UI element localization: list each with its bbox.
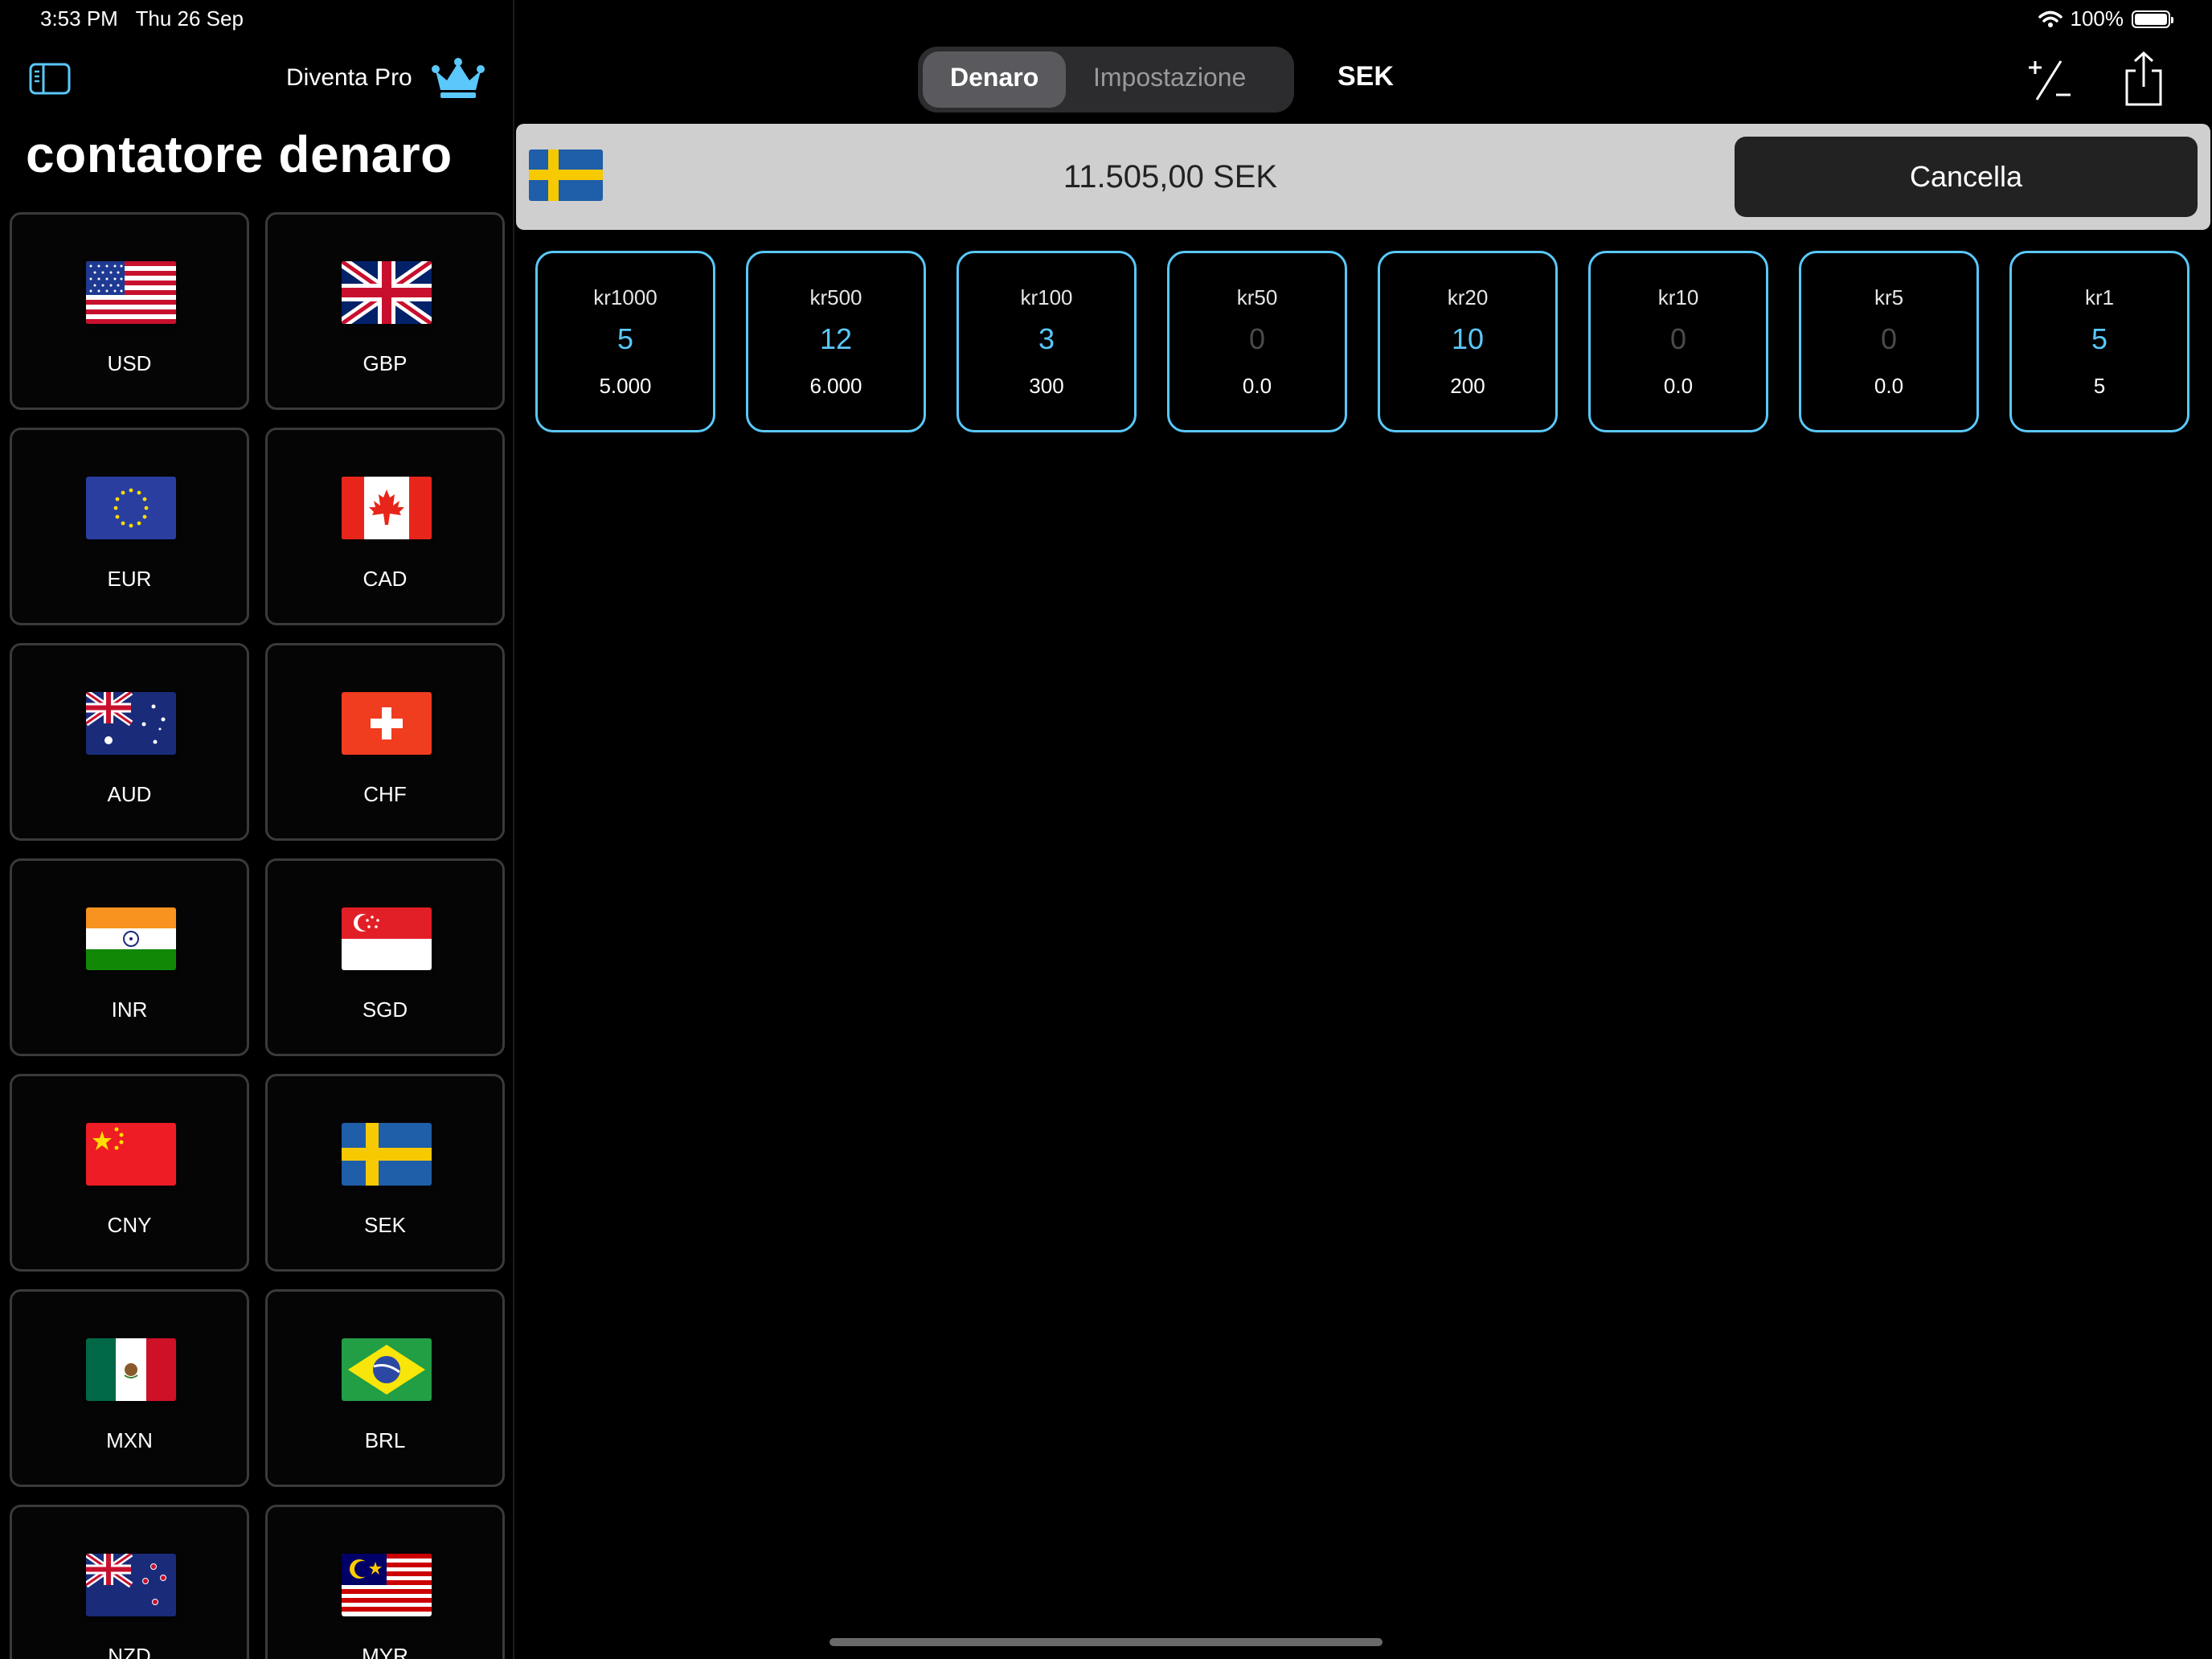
battery-icon [2132,10,2173,28]
currency-code: CNY [107,1213,152,1237]
currency-code: MXN [106,1428,153,1452]
sg-flag-icon [342,907,432,970]
au-flag-icon [86,692,176,755]
currency-tile-eur[interactable]: EUR [10,428,249,625]
denomination-card[interactable]: kr50 0 0.0 [1167,251,1347,432]
denomination-label: kr10 [1657,285,1699,309]
currency-tile-sgd[interactable]: SGD [265,858,505,1056]
denomination-label: kr500 [809,285,862,309]
denomination-card[interactable]: kr5 0 0.0 [1799,251,1979,432]
denomination-count: 0 [1248,322,1266,355]
my-flag-icon [342,1554,432,1616]
denomination-subtotal: 0.0 [1663,374,1694,398]
denomination-label: kr20 [1447,285,1489,309]
currency-code: USD [107,351,152,375]
currency-tile-myr[interactable]: MYR [265,1505,505,1659]
denomination-card[interactable]: kr100 3 300 [956,251,1137,432]
total-amount: 11.505,00 SEK [1063,159,1278,195]
gb-flag-icon [342,261,432,324]
denomination-count: 0 [1669,322,1687,355]
se-flag-icon [342,1123,432,1186]
denomination-count: 3 [1038,322,1055,355]
currency-tile-sek[interactable]: SEK [265,1074,505,1272]
currency-code: SEK [363,1213,407,1237]
nz-flag-icon [86,1554,176,1616]
plus-minus-icon[interactable] [2026,56,2074,104]
us-flag-icon [86,261,176,324]
denomination-card[interactable]: kr10 0 0.0 [1588,251,1768,432]
currency-tile-gbp[interactable]: GBP [265,212,505,410]
currency-tile-aud[interactable]: AUD [10,643,249,841]
home-indicator[interactable] [830,1638,1382,1646]
denomination-count: 10 [1451,322,1485,355]
sidebar-toggle-icon[interactable] [29,63,71,95]
denomination-card[interactable]: kr1000 5 5.000 [535,251,715,432]
currency-code: MYR [362,1644,408,1659]
currency-code: GBP [363,351,408,375]
ca-flag-icon [342,477,432,539]
currency-tile-usd[interactable]: USD [10,212,249,410]
currency-code: CHF [363,782,407,806]
denomination-card[interactable]: kr20 10 200 [1378,251,1558,432]
tab-impostazione[interactable]: Impostazione [1093,63,1246,92]
denomination-label: kr100 [1020,285,1073,309]
currency-tile-cad[interactable]: CAD [265,428,505,625]
denomination-count: 12 [819,322,853,355]
in-flag-icon [86,907,176,970]
denomination-subtotal: 5 [2093,374,2106,398]
currency-code: SGD [362,997,408,1022]
denomination-label: kr1 [2084,285,2115,309]
denomination-count: 0 [1880,322,1898,355]
currency-tile-nzd[interactable]: NZD [10,1505,249,1659]
denomination-subtotal: 0.0 [1242,374,1272,398]
denomination-subtotal: 200 [1450,374,1485,398]
currency-code: BRL [364,1428,406,1452]
currency-code: AUD [107,782,152,806]
denomination-card[interactable]: kr500 12 6.000 [746,251,926,432]
ch-flag-icon [342,692,432,755]
total-bar: 11.505,00 SEK Cancella [516,124,2210,230]
denomination-label: kr1000 [593,285,657,309]
crown-icon[interactable] [431,56,485,101]
denomination-label: kr50 [1236,285,1278,309]
clear-button[interactable]: Cancella [1735,137,2198,217]
mx-flag-icon [86,1338,176,1401]
currency-code: EUR [107,567,152,591]
tab-denaro[interactable]: Denaro [950,63,1038,92]
sidebar: Diventa Pro contatore denaro USD GBP EUR… [0,0,514,1659]
wifi-icon [2038,10,2062,27]
br-flag-icon [342,1338,432,1401]
battery-percent: 100% [2070,6,2124,31]
currency-code: NZD [108,1644,151,1659]
denomination-subtotal: 0.0 [1874,374,1904,398]
denomination-count: 5 [2091,322,2108,355]
currency-tile-cny[interactable]: CNY [10,1074,249,1272]
go-pro-link[interactable]: Diventa Pro [286,64,412,92]
share-icon[interactable] [2122,50,2165,108]
denomination-subtotal: 300 [1029,374,1064,398]
status-right: 100% [2038,6,2173,31]
eu-flag-icon [86,477,176,539]
cn-flag-icon [86,1123,176,1186]
denomination-label: kr5 [1874,285,1904,309]
currency-tile-mxn[interactable]: MXN [10,1289,249,1487]
denomination-card[interactable]: kr1 5 5 [2009,251,2189,432]
currency-tile-inr[interactable]: INR [10,858,249,1056]
denomination-count: 5 [616,322,634,355]
denomination-subtotal: 5.000 [599,374,652,398]
currency-code: INR [111,997,148,1022]
mode-segmented-control: Denaro Impostazione [918,47,1294,113]
app-title: contatore denaro [26,125,453,183]
currency-code: CAD [363,567,408,591]
currency-tile-brl[interactable]: BRL [265,1289,505,1487]
currency-tile-chf[interactable]: CHF [265,643,505,841]
denomination-subtotal: 6.000 [809,374,862,398]
selected-currency-label: SEK [1337,61,1394,92]
